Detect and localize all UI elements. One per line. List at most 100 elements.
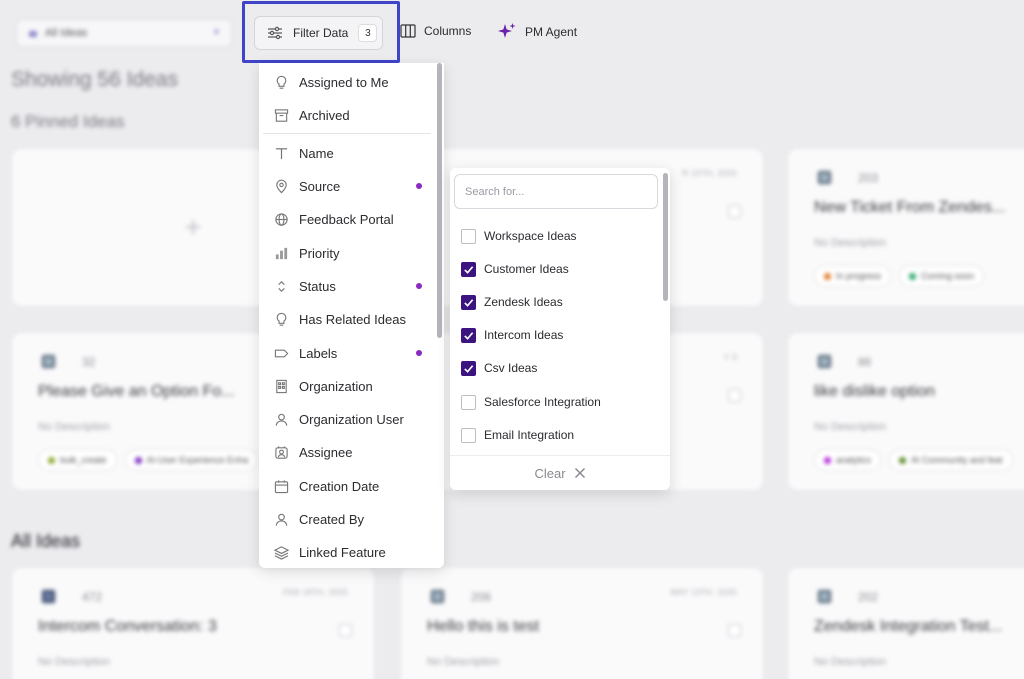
card-checkbox[interactable] <box>728 624 741 637</box>
card-checkbox[interactable] <box>728 205 741 218</box>
panel-scrollbar[interactable] <box>663 173 668 301</box>
card-description: No Description <box>814 237 887 249</box>
check-icon <box>464 265 474 274</box>
assignee-icon <box>274 445 288 459</box>
view-select[interactable]: All Ideas ▾ <box>16 19 232 47</box>
label-badge: bulk_create <box>38 449 117 471</box>
checkbox-checked[interactable] <box>461 294 476 310</box>
option-zendesk-ideas[interactable]: Zendesk Ideas <box>461 291 563 313</box>
menu-item-source[interactable]: Source <box>259 171 434 201</box>
label-badge: analytics <box>814 449 882 471</box>
filter-data-label: Filter Data <box>293 26 349 40</box>
filter-data-button[interactable]: Filter Data 3 <box>254 16 383 50</box>
option-intercom-ideas[interactable]: Intercom Ideas <box>461 324 563 346</box>
menu-item-assignee[interactable]: Assignee <box>259 437 434 467</box>
card-number: 86 <box>858 355 872 369</box>
menu-item-organization[interactable]: Organization <box>259 371 434 401</box>
close-icon <box>574 467 585 479</box>
check-icon <box>464 298 474 307</box>
idea-card[interactable]: 206 MAY 13TH, 2025 Hello this is test No… <box>400 567 764 679</box>
label-badge: AI-User Experience Enha <box>124 449 259 471</box>
option-customer-ideas[interactable]: Customer Ideas <box>461 258 569 280</box>
card-date: Y 3 <box>723 353 737 362</box>
user-icon <box>275 513 287 526</box>
menu-item-archived[interactable]: Archived <box>259 100 434 130</box>
label-badge: AI Community and feat <box>889 449 1013 471</box>
building-icon <box>275 379 287 393</box>
filter-count-badge: 3 <box>358 24 378 42</box>
layers-icon <box>273 545 289 560</box>
showing-count: Showing 56 Ideas <box>11 68 178 91</box>
menu-item-created-by[interactable]: Created By <box>259 504 434 534</box>
checkbox[interactable] <box>461 228 476 244</box>
idea-card[interactable]: 86 like dislike option No Description an… <box>787 332 1024 491</box>
clear-button[interactable]: Clear <box>450 455 670 490</box>
checkbox-checked[interactable] <box>461 360 476 376</box>
menu-item-organization-user[interactable]: Organization User <box>259 404 434 434</box>
zendesk-icon <box>818 355 831 368</box>
status-badge: In progress <box>814 265 892 287</box>
plus-icon: + <box>184 210 202 244</box>
card-description: No Description <box>427 656 500 668</box>
menu-item-feedback-portal[interactable]: Feedback Portal <box>259 204 434 234</box>
columns-label: Columns <box>424 24 472 38</box>
sparkle-icon <box>498 23 516 38</box>
calendar-icon <box>274 479 288 493</box>
card-checkbox[interactable] <box>728 389 741 402</box>
menu-item-creation-date[interactable]: Creation Date <box>259 471 434 501</box>
idea-card[interactable]: 203 New Ticket From Zendes... No Descrip… <box>787 148 1024 307</box>
columns-button[interactable]: Columns <box>400 24 471 38</box>
columns-icon <box>400 24 416 38</box>
updown-icon <box>277 280 285 292</box>
search-input[interactable] <box>454 174 658 209</box>
option-email-integration[interactable]: Email Integration <box>461 424 574 446</box>
pm-agent-button[interactable]: PM Agent <box>497 22 577 42</box>
checkbox-checked[interactable] <box>461 261 476 277</box>
zendesk-icon <box>42 355 55 368</box>
option-csv-ideas[interactable]: Csv Ideas <box>461 357 537 379</box>
globe-icon <box>274 212 288 226</box>
menu-item-labels[interactable]: Labels <box>259 338 434 368</box>
bars-icon <box>275 247 287 259</box>
idea-card[interactable]: 472 FEB 18TH, 2025 Intercom Conversation… <box>11 567 375 679</box>
card-title: Please Give an Option Fo... <box>38 383 235 400</box>
menu-scrollbar[interactable] <box>437 63 442 338</box>
checkbox[interactable] <box>461 427 476 443</box>
idea-card[interactable]: 202 Zendesk Integration Test... No Descr… <box>787 567 1024 679</box>
menu-item-status[interactable]: Status <box>259 271 434 301</box>
active-filter-dot <box>416 183 422 189</box>
card-number: 32 <box>82 355 96 369</box>
card-title: Intercom Conversation: 3 <box>38 618 217 635</box>
view-icon <box>29 31 37 37</box>
menu-item-linked-feature[interactable]: Linked Feature <box>259 537 434 567</box>
pinned-heading: 6 Pinned Ideas <box>11 112 125 131</box>
text-icon <box>275 147 287 159</box>
menu-item-has-related-ideas[interactable]: Has Related Ideas <box>259 304 434 334</box>
filter-menu: Assigned to Me Archived Name Source Feed… <box>259 63 444 568</box>
card-date: FEB 18TH, 2025 <box>282 588 348 597</box>
card-description: No Description <box>814 656 887 668</box>
card-date: MAY 13TH, 2025 <box>670 588 737 597</box>
menu-item-priority[interactable]: Priority <box>259 238 434 268</box>
intercom-icon <box>42 590 55 603</box>
menu-item-name[interactable]: Name <box>259 138 434 168</box>
option-workspace-ideas[interactable]: Workspace Ideas <box>461 225 577 247</box>
card-date: R 15TH, 2025 <box>682 169 737 178</box>
checkbox[interactable] <box>461 394 476 410</box>
card-number: 203 <box>858 171 879 185</box>
pin-icon <box>275 179 287 193</box>
checkbox-checked[interactable] <box>461 327 476 343</box>
card-checkbox[interactable] <box>339 624 352 637</box>
label-icon <box>274 349 288 357</box>
archive-icon <box>274 108 288 122</box>
card-number: 206 <box>471 590 492 604</box>
user-icon <box>275 413 287 426</box>
all-ideas-heading: All Ideas <box>11 531 81 551</box>
check-icon <box>464 331 474 340</box>
option-salesforce-integration[interactable]: Salesforce Integration <box>461 391 601 413</box>
chevron-down-icon: ▾ <box>213 27 219 38</box>
card-title: Zendesk Integration Test... <box>814 618 1003 635</box>
card-title: Hello this is test <box>427 618 540 635</box>
card-description: No Description <box>38 656 111 668</box>
menu-item-assigned-to-me[interactable]: Assigned to Me <box>259 67 434 97</box>
